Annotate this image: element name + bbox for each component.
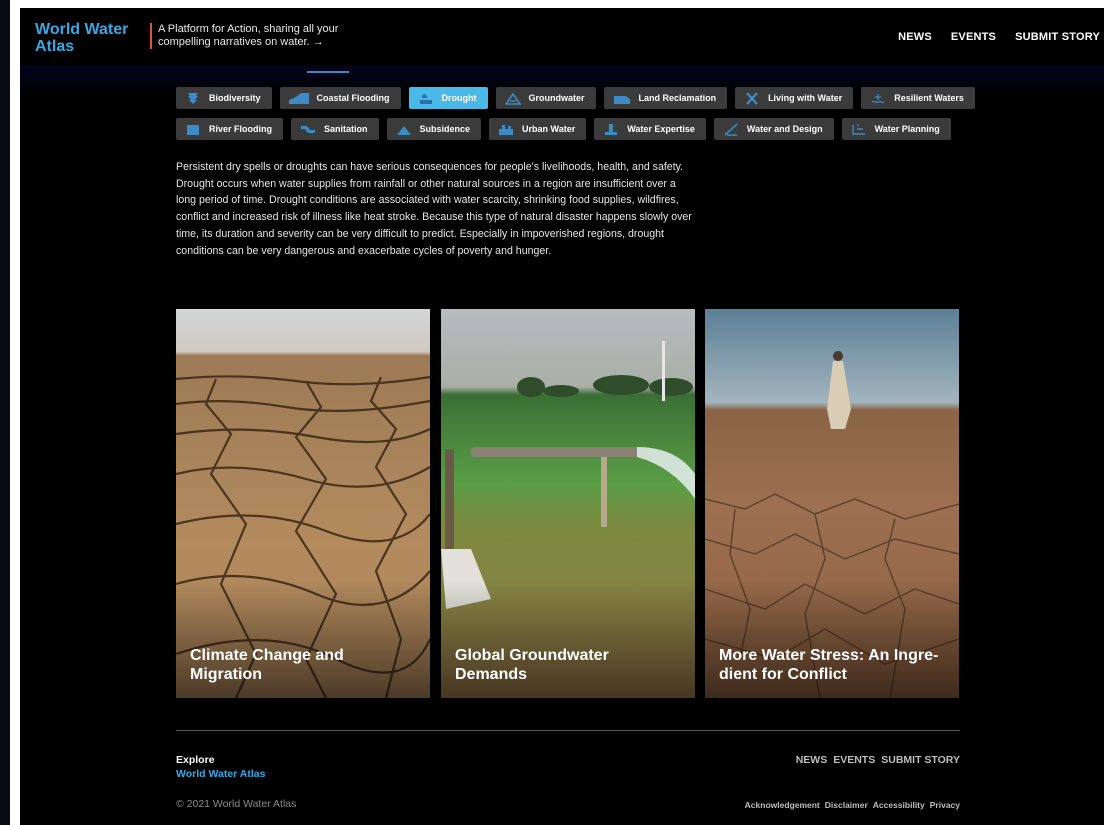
story-card-conflict[interactable]: More Water Stress: An Ingre-dient for Co…	[705, 309, 959, 698]
footer-legal-links: Acknowledgement Disclaimer Accessibility…	[745, 800, 960, 810]
topic-river-flooding[interactable]: River Flooding	[176, 118, 283, 140]
site-tagline[interactable]: A Platform for Action, sharing all your …	[150, 23, 370, 49]
water-planning-icon	[851, 123, 865, 135]
footer-nav: NEWS EVENTS SUBMIT STORY	[796, 754, 960, 766]
drought-icon	[419, 93, 432, 104]
footer-nav-events[interactable]: EVENTS	[833, 754, 875, 766]
topic-drought[interactable]: Drought	[408, 87, 488, 109]
footer-explore-link[interactable]: World Water Atlas	[176, 768, 265, 780]
land-reclamation-icon	[613, 95, 630, 104]
subsidence-icon	[396, 125, 411, 135]
topic-sanitation[interactable]: Sanitation	[291, 118, 379, 140]
topic-description: Persistent dry spells or droughts can ha…	[176, 161, 692, 257]
groundwater-icon	[504, 92, 521, 105]
nav-news[interactable]: NEWS	[898, 31, 932, 43]
footer-explore-label: Explore	[176, 754, 215, 766]
topic-row-2: River Flooding Sanitation Subsidence Urb…	[176, 118, 951, 140]
topic-subsidence[interactable]: Subsidence	[386, 118, 482, 140]
topic-coastal-flooding[interactable]: Coastal Flooding	[279, 87, 401, 109]
topic-water-expertise[interactable]: Water Expertise	[594, 118, 706, 140]
footer-privacy-link[interactable]: Privacy	[930, 800, 960, 810]
nav-events[interactable]: EVENTS	[951, 31, 996, 43]
footer-nav-news[interactable]: NEWS	[796, 754, 828, 766]
footer-copyright: © 2021 World Water Atlas	[176, 798, 297, 810]
topic-urban-water[interactable]: Urban Water	[489, 118, 587, 140]
cracked-earth-image	[176, 309, 430, 698]
living-with-water-icon	[746, 91, 758, 105]
topic-row-1: Biodiversity Coastal Flooding Drought Gr…	[176, 87, 975, 109]
footer-acknowledgement-link[interactable]: Acknowledgement	[745, 800, 820, 810]
topic-water-and-design[interactable]: Water and Design	[713, 118, 834, 140]
footer-divider	[176, 730, 960, 731]
urban-water-icon	[499, 124, 514, 135]
water-and-design-icon	[724, 122, 738, 136]
nav-underline	[307, 71, 349, 73]
topic-biodiversity[interactable]: Biodiversity	[176, 87, 272, 109]
resilient-waters-icon	[871, 93, 885, 103]
nav-submit-story[interactable]: SUBMIT STORY	[1015, 31, 1100, 43]
topic-groundwater[interactable]: Groundwater	[495, 87, 596, 109]
biodiversity-icon	[188, 92, 198, 104]
topic-water-planning[interactable]: Water Planning	[841, 118, 951, 140]
water-expertise-icon	[605, 123, 618, 135]
left-edge-bar	[0, 0, 10, 825]
story-card-title: More Water Stress: An Ingre-dient for Co…	[719, 647, 939, 683]
top-nav: NEWS EVENTS SUBMIT STORY	[898, 31, 1100, 43]
topic-resilient-waters[interactable]: Resilient Waters	[861, 87, 975, 109]
footer-nav-submit-story[interactable]: SUBMIT STORY	[881, 754, 960, 766]
irrigation-pipe-image	[441, 309, 695, 698]
site-logo[interactable]: World Water Atlas	[35, 21, 145, 55]
story-card-title: Climate Change and Migration	[190, 647, 344, 683]
story-card-title: Global Groundwater Demands	[455, 647, 609, 683]
sanitation-icon	[301, 125, 315, 133]
coastal-flooding-icon	[288, 92, 309, 104]
topic-living-with-water[interactable]: Living with Water	[735, 87, 854, 109]
river-flooding-icon	[187, 124, 199, 135]
dry-field-walker-image	[705, 309, 959, 698]
story-card-climate-migration[interactable]: Climate Change and Migration	[176, 309, 430, 698]
site-header: World Water Atlas A Platform for Action,…	[20, 8, 1104, 66]
story-card-groundwater[interactable]: Global Groundwater Demands	[441, 309, 695, 698]
footer-accessibility-link[interactable]: Accessibility	[873, 800, 925, 810]
topic-land-reclamation[interactable]: Land Reclamation	[603, 87, 728, 109]
footer-disclaimer-link[interactable]: Disclaimer	[825, 800, 868, 810]
page: World Water Atlas A Platform for Action,…	[20, 8, 1104, 825]
